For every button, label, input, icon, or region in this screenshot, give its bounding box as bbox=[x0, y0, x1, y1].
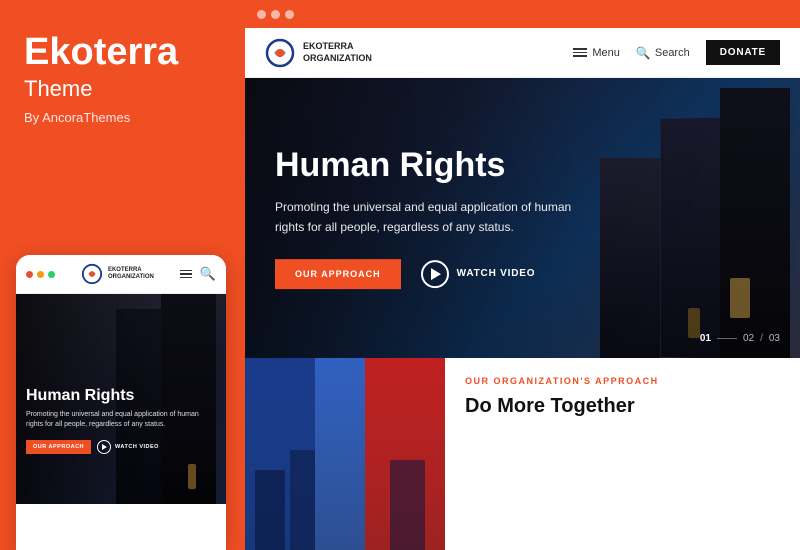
bottom-text-content: OUR ORGANIZATION'S APPROACH Do More Toge… bbox=[445, 358, 800, 550]
slide-last[interactable]: 03 bbox=[769, 333, 780, 344]
brand-by: By AncoraThemes bbox=[24, 110, 221, 125]
search-icon: 🔍 bbox=[636, 46, 651, 60]
mobile-dot-red bbox=[26, 271, 33, 278]
mobile-hero-description: Promoting the universal and equal applic… bbox=[26, 410, 216, 430]
slide-indicators: 01 02 / 03 bbox=[700, 333, 780, 344]
mobile-hero: Human Rights Promoting the universal and… bbox=[16, 294, 226, 504]
desktop-mockup: EKOTERRA ORGANIZATION Menu 🔍 Search bbox=[245, 28, 800, 550]
desktop-hero-content: Human Rights Promoting the universal and… bbox=[275, 147, 595, 289]
desktop-hero-description: Promoting the universal and equal applic… bbox=[275, 199, 595, 237]
mobile-play-circle bbox=[97, 440, 111, 454]
desktop-cta-buttons: OUR APPROACH WATCH VIDEO bbox=[275, 259, 595, 289]
brand-subtitle: Theme bbox=[24, 76, 221, 102]
browser-dot-3 bbox=[285, 10, 294, 19]
mobile-dot-green bbox=[48, 271, 55, 278]
menu-toggle[interactable]: Menu bbox=[573, 47, 620, 59]
bottom-heading: Do More Together bbox=[465, 394, 780, 418]
bottom-label: OUR ORGANIZATION'S APPROACH bbox=[465, 376, 780, 386]
hamburger-line bbox=[180, 273, 192, 275]
browser-chrome bbox=[245, 0, 800, 28]
hamburger-line bbox=[573, 55, 587, 57]
desktop-video-button[interactable]: WATCH VIDEO bbox=[421, 260, 536, 288]
slide-divider bbox=[717, 338, 737, 339]
desktop-logo-text: EKOTERRA ORGANIZATION bbox=[303, 41, 372, 64]
search-toggle[interactable]: 🔍 Search bbox=[636, 46, 690, 60]
mobile-top-bar: EKOTERRA ORGANIZATION 🔍 bbox=[16, 255, 226, 294]
desktop-bottom-section: OUR ORGANIZATION'S APPROACH Do More Toge… bbox=[245, 358, 800, 550]
building-2 bbox=[290, 450, 315, 550]
mobile-logo: EKOTERRA ORGANIZATION bbox=[81, 263, 154, 285]
desktop-hero: Human Rights Promoting the universal and… bbox=[245, 78, 800, 358]
left-panel: Ekoterra Theme By AncoraThemes EKOTERRA … bbox=[0, 0, 245, 550]
mobile-logo-text: EKOTERRA ORGANIZATION bbox=[108, 267, 154, 281]
brand-title: Ekoterra bbox=[24, 32, 221, 74]
slide-current[interactable]: 01 bbox=[700, 333, 711, 344]
mobile-window-dots bbox=[26, 271, 55, 278]
mobile-video-label: Watch VIdEo bbox=[115, 444, 159, 450]
building-3 bbox=[390, 460, 425, 550]
hamburger-line bbox=[180, 270, 192, 272]
hamburger-line bbox=[573, 52, 587, 54]
mobile-logo-icon bbox=[81, 263, 103, 285]
hamburger-line bbox=[180, 277, 192, 279]
desktop-video-label: WATCH VIDEO bbox=[457, 268, 536, 279]
mobile-play-triangle bbox=[102, 444, 107, 450]
slide-next[interactable]: 02 bbox=[743, 333, 754, 344]
search-label: Search bbox=[655, 47, 690, 59]
mobile-hero-title: Human Rights bbox=[26, 387, 216, 405]
menu-label: Menu bbox=[592, 47, 620, 59]
desktop-nav-right: Menu 🔍 Search DONATE bbox=[573, 40, 780, 65]
mobile-video-button[interactable]: Watch VIdEo bbox=[97, 440, 159, 454]
hamburger-icon[interactable] bbox=[180, 270, 192, 279]
browser-dot-2 bbox=[271, 10, 280, 19]
desktop-logo-icon bbox=[265, 38, 295, 68]
mobile-nav-right: 🔍 bbox=[180, 266, 216, 282]
desktop-play-triangle bbox=[431, 268, 441, 280]
hamburger-line bbox=[573, 48, 587, 50]
desktop-logo: EKOTERRA ORGANIZATION bbox=[265, 38, 372, 68]
building-1 bbox=[255, 470, 285, 550]
desktop-nav: EKOTERRA ORGANIZATION Menu 🔍 Search bbox=[245, 28, 800, 78]
desktop-approach-button[interactable]: OUR APPROACH bbox=[275, 259, 401, 289]
desktop-hero-title: Human Rights bbox=[275, 147, 595, 184]
slide-separator: / bbox=[760, 333, 763, 344]
search-icon[interactable]: 🔍 bbox=[200, 266, 216, 282]
desktop-play-circle bbox=[421, 260, 449, 288]
donate-button[interactable]: DONATE bbox=[706, 40, 780, 65]
mobile-hero-content: Human Rights Promoting the universal and… bbox=[26, 387, 216, 454]
mobile-mockup: EKOTERRA ORGANIZATION 🔍 bbox=[16, 255, 226, 550]
mobile-cta-buttons: OUR APPROACH Watch VIdEo bbox=[26, 440, 216, 454]
bottom-image bbox=[245, 358, 445, 550]
mobile-approach-button[interactable]: OUR APPROACH bbox=[26, 440, 91, 454]
menu-hamburger-icon bbox=[573, 48, 587, 57]
mobile-dot-yellow bbox=[37, 271, 44, 278]
right-panel: EKOTERRA ORGANIZATION Menu 🔍 Search bbox=[245, 0, 800, 550]
browser-window-dots bbox=[257, 10, 294, 19]
browser-dot-1 bbox=[257, 10, 266, 19]
